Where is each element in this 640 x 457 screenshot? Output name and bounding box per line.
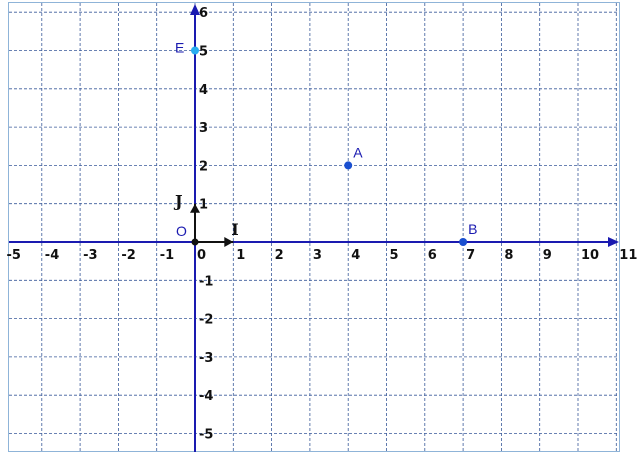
x-tick-label: -5	[7, 248, 21, 263]
x-tick-label: 10	[581, 248, 599, 263]
y-tick-label: 4	[199, 83, 208, 98]
coordinate-plane: -5 -4 -3 -2 -1 0 1 2 3 4 5 6 7 8 9 10 11 -5 -4 -3 -2 -1 1 2 3 4 5 6…	[7, 3, 638, 452]
y-tick-label: 2	[199, 159, 208, 174]
x-tick-label: 2	[275, 248, 284, 263]
vector-j-label: J	[173, 192, 183, 211]
axes	[9, 4, 619, 452]
y-tick-label: -1	[199, 274, 213, 289]
vector-i-label: I	[231, 220, 238, 239]
tick-labels: -5 -4 -3 -2 -1 0 1 2 3 4 5 6 7 8 9 10 11 -5 -4 -3 -2 -1 1 2 3 4 5 6	[7, 6, 638, 442]
y-tick-label: 3	[199, 121, 208, 136]
point-e-label: E	[175, 40, 184, 56]
points: O A B E	[175, 40, 477, 246]
x-tick-label: 3	[313, 248, 322, 263]
y-tick-label: -3	[199, 351, 213, 366]
point-b-label: B	[468, 221, 477, 237]
x-tick-label: -4	[45, 248, 59, 263]
x-tick-label: 7	[466, 248, 475, 263]
x-tick-label: -2	[121, 248, 135, 263]
origin-point	[191, 238, 199, 246]
y-tick-label: -2	[199, 313, 213, 328]
x-tick-label: 4	[351, 248, 360, 263]
point-b	[459, 238, 468, 246]
x-tick-label: 1	[236, 248, 245, 263]
x-tick-label: 6	[428, 248, 437, 263]
point-e	[191, 46, 199, 55]
point-a-label: A	[353, 144, 363, 160]
y-tick-label: -4	[199, 389, 213, 404]
origin-label: O	[176, 223, 187, 239]
point-a	[344, 161, 353, 170]
x-tick-label: 0	[197, 248, 206, 263]
x-tick-label: -3	[83, 248, 97, 263]
x-tick-label: 11	[619, 248, 637, 263]
x-tick-label: 9	[543, 248, 552, 263]
x-tick-label: 5	[390, 248, 399, 263]
x-tick-label: -1	[160, 248, 174, 263]
y-tick-label: 6	[199, 6, 208, 21]
y-tick-label: -5	[199, 428, 213, 443]
x-axis-arrowhead	[608, 237, 619, 247]
grid	[9, 3, 619, 452]
y-tick-label: 1	[199, 198, 208, 213]
y-tick-label: 5	[199, 45, 208, 60]
x-tick-label: 8	[504, 248, 513, 263]
